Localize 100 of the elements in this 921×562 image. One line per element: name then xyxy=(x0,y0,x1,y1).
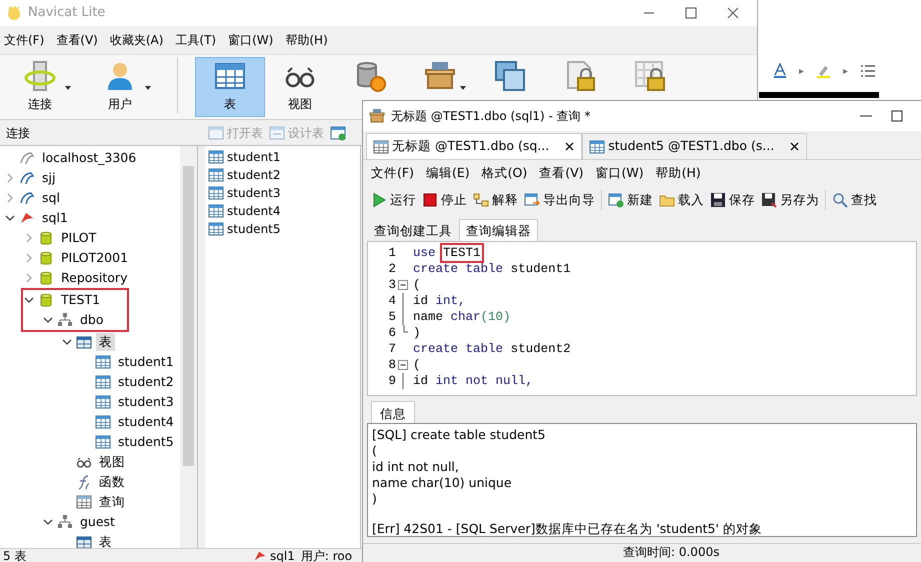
toolbar-button[interactable]: 导出向导 xyxy=(524,190,595,210)
tree-item[interactable]: student2 xyxy=(115,372,177,392)
tree-item[interactable]: 函数 xyxy=(96,472,128,492)
scrollbar-thumb[interactable] xyxy=(183,166,194,466)
caret-icon[interactable] xyxy=(799,68,804,74)
table-icon xyxy=(208,221,224,237)
menu-item[interactable]: 帮助(H) xyxy=(285,31,328,49)
editor-tab[interactable]: 查询编辑器 xyxy=(459,219,538,241)
tree-item[interactable]: 表 xyxy=(96,532,115,548)
database-icon xyxy=(38,292,54,308)
message-line: ) xyxy=(372,491,378,507)
menu-item[interactable]: 工具(T) xyxy=(175,31,216,49)
tree-item[interactable]: TEST1 xyxy=(58,290,104,310)
status-text: 5 表 xyxy=(3,549,26,562)
table-icon xyxy=(95,374,111,390)
code-line: name char(10) xyxy=(412,309,511,325)
line-number: 7 xyxy=(387,341,396,357)
toolbar-button[interactable]: 运行 xyxy=(371,190,416,210)
document-tab[interactable]: student5 @TEST1.dbo (s... xyxy=(582,133,808,159)
collapse-icon[interactable] xyxy=(398,280,408,290)
table-icon xyxy=(208,124,224,140)
message-line: [SQL] create table student5 xyxy=(372,427,546,443)
table-icon xyxy=(208,185,224,201)
tree-item[interactable]: student1 xyxy=(115,352,177,372)
tree-item[interactable]: localhost_3306 xyxy=(39,148,140,168)
tree-item[interactable]: sjj xyxy=(39,168,58,188)
toolbar-button[interactable]: 停止 xyxy=(422,190,467,210)
tree-item[interactable]: PILOT xyxy=(58,228,100,248)
tree-item[interactable]: dbo xyxy=(77,310,107,330)
font-color-icon[interactable] xyxy=(773,63,787,79)
scrollbar[interactable] xyxy=(180,146,197,548)
list-item[interactable]: student2 xyxy=(205,166,360,184)
tree-item[interactable]: 视图 xyxy=(96,452,128,472)
document-tab[interactable]: 无标题 @TEST1.dbo (sq... xyxy=(366,133,582,159)
chevron-down-icon[interactable] xyxy=(62,339,72,345)
tree-item[interactable]: 表 xyxy=(96,332,115,352)
chevron-down-icon[interactable] xyxy=(24,297,34,303)
tree-item[interactable]: student5 xyxy=(115,432,177,452)
tree-item[interactable]: Repository xyxy=(58,268,130,288)
list-icon[interactable] xyxy=(860,63,876,79)
tree-item[interactable]: 查询 xyxy=(96,492,128,512)
menu-item[interactable]: 查看(V) xyxy=(539,164,584,183)
database-icon xyxy=(38,250,54,266)
menu-item[interactable]: 窗口(W) xyxy=(596,164,644,183)
toolbar-button[interactable]: 用户 xyxy=(80,57,160,117)
chevron-down-icon[interactable] xyxy=(5,215,15,221)
toolbar-button[interactable]: 新建 xyxy=(608,190,653,210)
toolbar-button[interactable]: 另存为 xyxy=(761,190,819,210)
diagram-icon xyxy=(473,192,489,208)
window-title: 无标题 @TEST1.dbo (sql1) - 查询 * xyxy=(391,108,592,125)
chevron-down-icon[interactable] xyxy=(43,317,53,323)
line-number: 5 xyxy=(387,309,396,325)
caret-icon xyxy=(65,86,71,90)
caret-icon[interactable] xyxy=(843,68,848,74)
list-item[interactable]: student4 xyxy=(205,202,360,220)
menu-item[interactable]: 文件(F) xyxy=(371,164,414,183)
toolbar-button[interactable] xyxy=(330,124,346,140)
toolbar-button[interactable]: 查找 xyxy=(832,190,877,210)
tree-item[interactable]: sql xyxy=(39,188,63,208)
list-item[interactable]: student5 xyxy=(205,220,360,238)
menu-item[interactable]: 帮助(H) xyxy=(656,164,701,183)
status-text: sql1 xyxy=(270,549,295,562)
box-icon xyxy=(369,108,385,124)
toolbar-button[interactable]: 解释 xyxy=(473,190,518,210)
tree-item[interactable]: student3 xyxy=(115,392,177,412)
chevron-down-icon[interactable] xyxy=(43,519,53,525)
message-line: ( xyxy=(372,443,378,459)
close-icon[interactable] xyxy=(789,141,800,152)
list-item[interactable]: student1 xyxy=(205,148,360,166)
list-item[interactable]: student3 xyxy=(205,184,360,202)
tree-item[interactable]: student4 xyxy=(115,412,177,432)
menu-item[interactable]: 编辑(E) xyxy=(426,164,470,183)
menu-item[interactable]: 文件(F) xyxy=(4,31,44,49)
code-line: ( xyxy=(412,277,421,293)
status-text: 查询时间: 0.000s xyxy=(623,544,720,559)
close-icon[interactable] xyxy=(727,7,739,19)
toolbar-button[interactable]: 视图 xyxy=(265,57,335,117)
menu-item[interactable]: 格式(O) xyxy=(482,164,528,183)
tree-item[interactable]: sql1 xyxy=(39,208,71,228)
close-icon[interactable] xyxy=(564,141,576,152)
toolbar-button[interactable]: 载入 xyxy=(659,190,704,210)
result-tab[interactable]: 信息 xyxy=(371,401,415,423)
tree-item[interactable]: PILOT2001 xyxy=(58,248,132,268)
connection-icon xyxy=(19,150,35,166)
editor-tab[interactable]: 查询创建工具 xyxy=(367,219,459,241)
tree-item[interactable]: guest xyxy=(77,512,118,532)
panel-title: 连接 xyxy=(5,124,31,142)
maximize-icon[interactable] xyxy=(685,7,697,19)
table-group-icon xyxy=(76,334,92,350)
message-line: name char(10) unique xyxy=(372,475,513,491)
menu-item[interactable]: 收藏夹(A) xyxy=(110,31,164,49)
collapse-icon[interactable] xyxy=(398,360,408,370)
toolbar-button[interactable]: 保存 xyxy=(710,190,755,210)
code-line: use TEST1 xyxy=(410,245,481,261)
toolbar-button[interactable]: 表 xyxy=(195,57,265,117)
maximize-icon[interactable] xyxy=(891,110,903,122)
toolbar-button[interactable]: 连接 xyxy=(0,57,80,117)
menu-item[interactable]: 窗口(W) xyxy=(228,31,274,49)
menu-item[interactable]: 查看(V) xyxy=(56,31,98,49)
stop-icon xyxy=(422,192,438,208)
